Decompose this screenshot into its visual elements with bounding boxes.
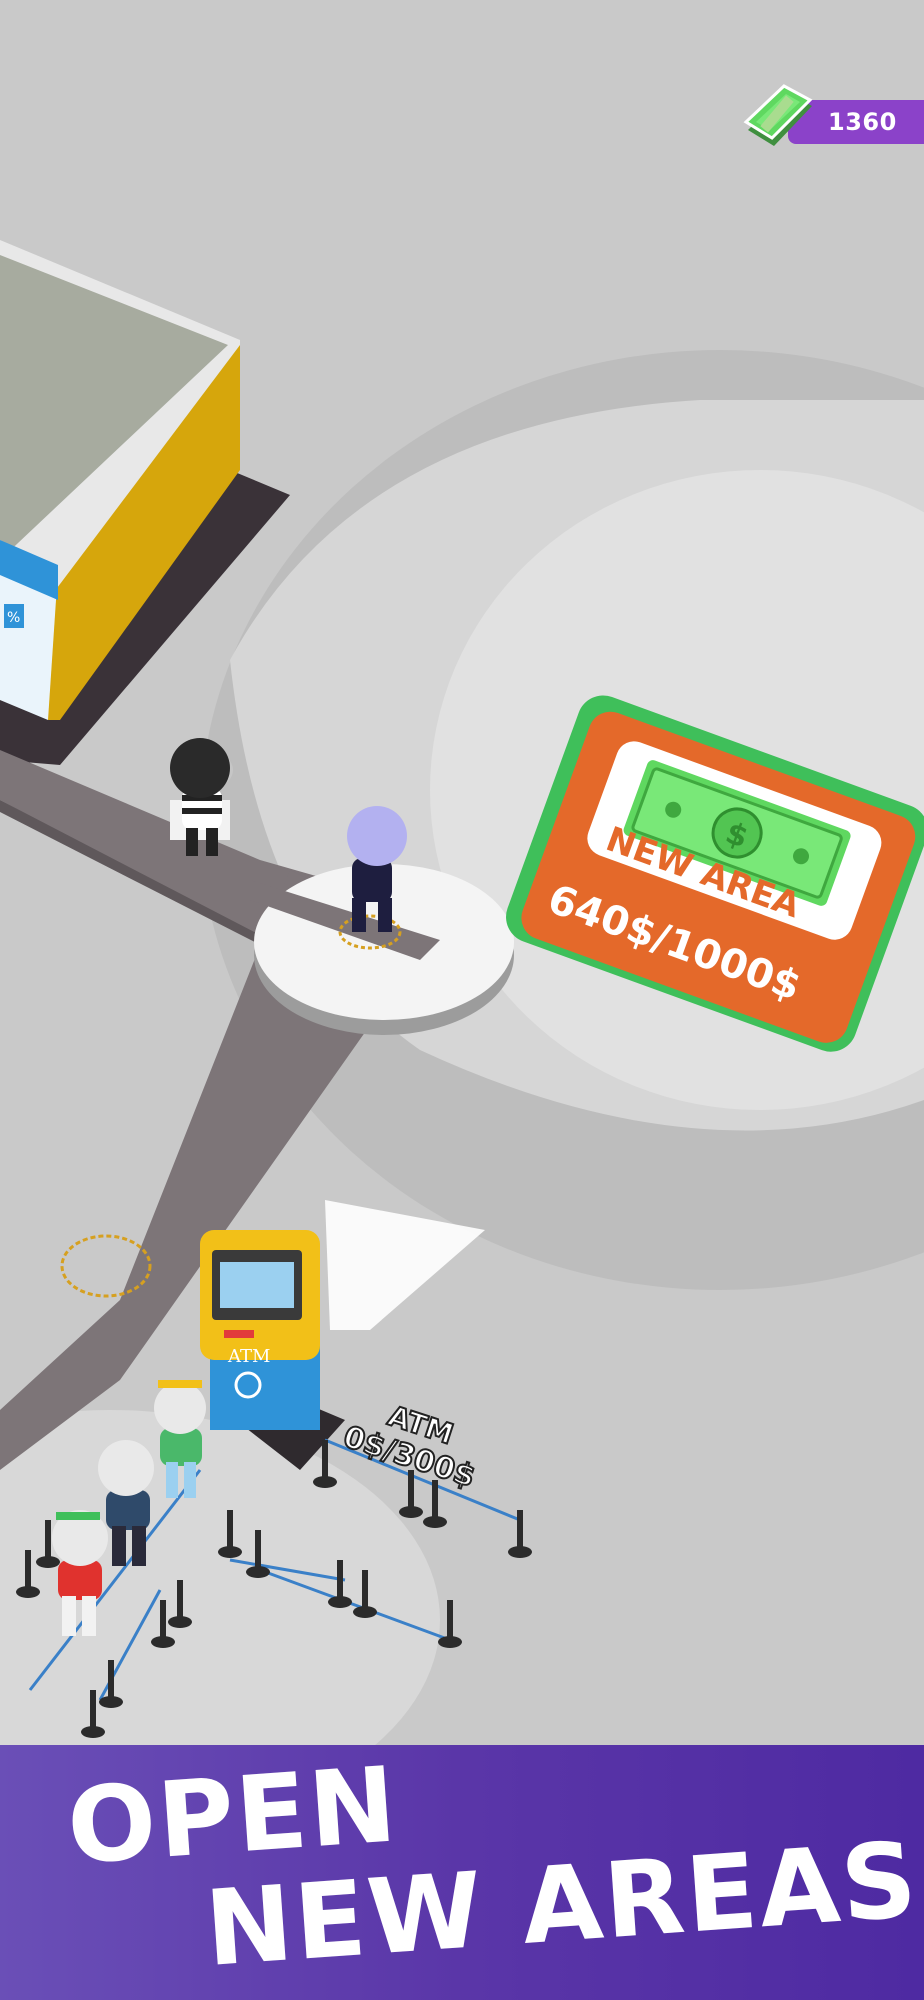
svg-text:%: %: [7, 610, 20, 626]
money-counter: 1360: [742, 84, 924, 160]
cash-stack-icon: [743, 84, 813, 146]
atm-sign: ATM: [227, 1346, 270, 1367]
money-value: 1360: [828, 108, 897, 136]
